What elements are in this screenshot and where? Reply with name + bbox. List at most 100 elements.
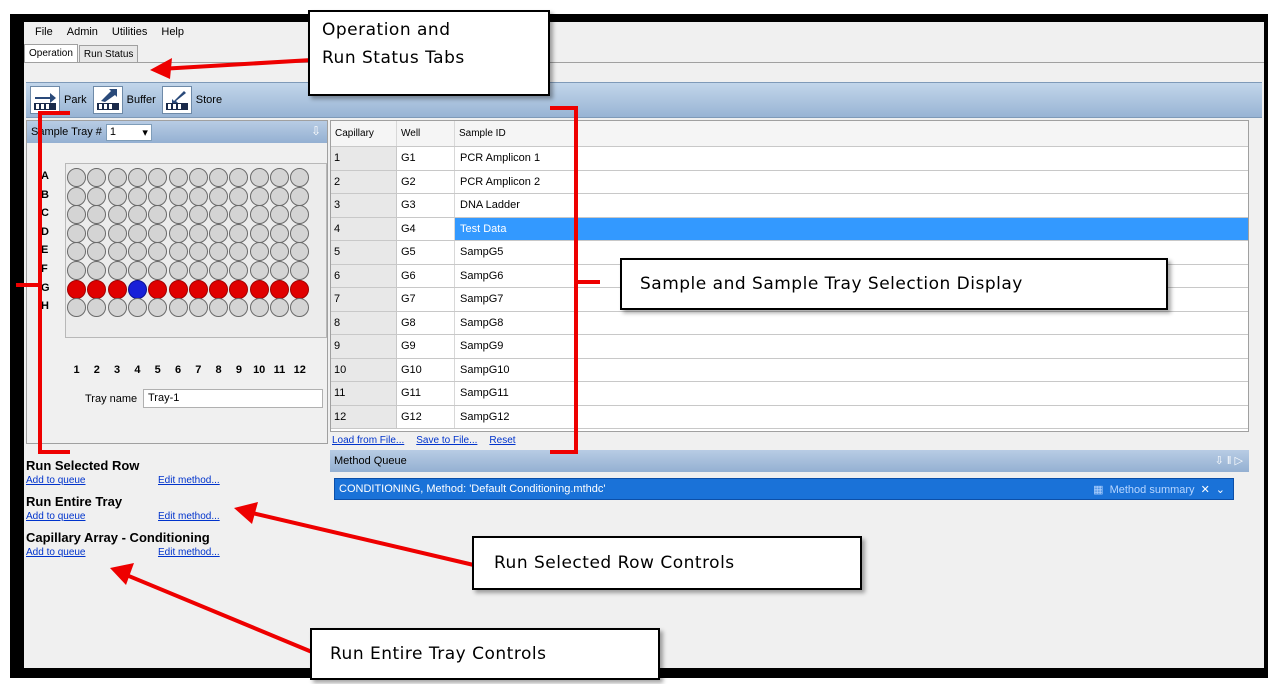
well-g7[interactable]: [188, 279, 208, 299]
well-h6[interactable]: [168, 298, 188, 318]
well-c3[interactable]: [107, 205, 127, 225]
queue-controls-icon[interactable]: ⇩ ‖ ▷: [1215, 454, 1243, 467]
well-b11[interactable]: [270, 186, 289, 206]
well-a3[interactable]: [107, 168, 127, 187]
table-row[interactable]: 11 G11 SampG11: [331, 382, 1248, 406]
well-a4[interactable]: [127, 168, 147, 187]
menu-help[interactable]: Help: [154, 26, 191, 38]
well-g9[interactable]: [229, 279, 249, 299]
well-g8[interactable]: [209, 279, 229, 299]
well-g10[interactable]: [249, 279, 269, 299]
well-d6[interactable]: [168, 223, 188, 243]
well-f11[interactable]: [270, 261, 289, 280]
well-d10[interactable]: [249, 223, 269, 243]
well-f4[interactable]: [127, 261, 147, 280]
well-d8[interactable]: [209, 223, 229, 243]
well-d7[interactable]: [188, 223, 208, 243]
tab-operation[interactable]: Operation: [24, 44, 78, 63]
well-b5[interactable]: [148, 186, 168, 206]
well-a7[interactable]: [188, 168, 208, 187]
table-row[interactable]: 3 G3 DNA Ladder: [331, 194, 1248, 218]
well-d1[interactable]: [67, 223, 86, 243]
well-a1[interactable]: [67, 168, 86, 187]
well-h10[interactable]: [249, 298, 269, 318]
pin-icon[interactable]: ⇩: [311, 124, 321, 138]
tray-name-input[interactable]: Tray-1: [143, 389, 323, 408]
well-b12[interactable]: [290, 186, 310, 206]
well-a11[interactable]: [270, 168, 289, 187]
well-e3[interactable]: [107, 242, 127, 262]
tray-number-dropdown[interactable]: 1 ▾: [105, 123, 152, 141]
well-g6[interactable]: [168, 279, 188, 299]
well-e10[interactable]: [249, 242, 269, 262]
edit-method-link[interactable]: Edit method...: [158, 547, 220, 558]
menu-file[interactable]: File: [28, 26, 60, 38]
well-d5[interactable]: [148, 223, 168, 243]
header-well[interactable]: Well: [397, 121, 455, 146]
well-f3[interactable]: [107, 261, 127, 280]
save-to-file-link[interactable]: Save to File...: [416, 435, 477, 446]
header-capillary[interactable]: Capillary: [331, 121, 397, 146]
expand-icon[interactable]: ⌄: [1216, 483, 1225, 496]
well-g2[interactable]: [87, 279, 107, 299]
add-to-queue-link[interactable]: Add to queue: [26, 511, 146, 522]
well-c10[interactable]: [249, 205, 269, 225]
method-summary-link[interactable]: Method summary: [1110, 484, 1195, 496]
header-sample-id[interactable]: Sample ID: [455, 121, 1248, 146]
well-g3[interactable]: [107, 279, 127, 299]
well-c6[interactable]: [168, 205, 188, 225]
well-b1[interactable]: [67, 186, 86, 206]
well-b3[interactable]: [107, 186, 127, 206]
add-to-queue-link[interactable]: Add to queue: [26, 547, 146, 558]
well-a10[interactable]: [249, 168, 269, 187]
well-h7[interactable]: [188, 298, 208, 318]
well-f10[interactable]: [249, 261, 269, 280]
tab-run-status[interactable]: Run Status: [78, 45, 139, 63]
well-d4[interactable]: [127, 223, 147, 243]
store-button[interactable]: Store: [161, 86, 222, 114]
well-g4[interactable]: [127, 279, 147, 299]
well-f7[interactable]: [188, 261, 208, 280]
well-d3[interactable]: [107, 223, 127, 243]
edit-method-link[interactable]: Edit method...: [158, 511, 220, 522]
well-b2[interactable]: [87, 186, 107, 206]
well-g12[interactable]: [290, 279, 310, 299]
add-to-queue-link[interactable]: Add to queue: [26, 475, 146, 486]
well-f1[interactable]: [67, 261, 86, 280]
well-b9[interactable]: [229, 186, 249, 206]
well-b4[interactable]: [127, 186, 147, 206]
well-c4[interactable]: [127, 205, 147, 225]
menu-admin[interactable]: Admin: [60, 26, 105, 38]
well-b7[interactable]: [188, 186, 208, 206]
well-f6[interactable]: [168, 261, 188, 280]
well-b8[interactable]: [209, 186, 229, 206]
well-b10[interactable]: [249, 186, 269, 206]
well-g1[interactable]: [67, 279, 86, 299]
table-row[interactable]: 10 G10 SampG10: [331, 358, 1248, 382]
well-h3[interactable]: [107, 298, 127, 318]
load-from-file-link[interactable]: Load from File...: [332, 435, 404, 446]
menu-utilities[interactable]: Utilities: [105, 26, 154, 38]
well-g11[interactable]: [270, 279, 289, 299]
edit-method-link[interactable]: Edit method...: [158, 475, 220, 486]
method-queue-item[interactable]: CONDITIONING, Method: 'Default Condition…: [334, 478, 1234, 500]
well-d12[interactable]: [290, 223, 310, 243]
well-h4[interactable]: [127, 298, 147, 318]
table-row[interactable]: 8 G8 SampG8: [331, 311, 1248, 335]
well-d11[interactable]: [270, 223, 289, 243]
well-g5[interactable]: [148, 279, 168, 299]
table-row[interactable]: 9 G9 SampG9: [331, 335, 1248, 359]
buffer-button[interactable]: Buffer: [92, 86, 156, 114]
table-row[interactable]: 2 G2 PCR Amplicon 2: [331, 170, 1248, 194]
well-b6[interactable]: [168, 186, 188, 206]
well-f8[interactable]: [209, 261, 229, 280]
well-d2[interactable]: [87, 223, 107, 243]
table-row[interactable]: 4 G4 Test Data: [331, 217, 1248, 241]
park-button[interactable]: Park: [30, 86, 87, 114]
reset-link[interactable]: Reset: [489, 435, 515, 446]
well-a8[interactable]: [209, 168, 229, 187]
table-row[interactable]: 1 G1 PCR Amplicon 1: [331, 147, 1248, 171]
close-icon[interactable]: ✕: [1201, 483, 1210, 496]
well-e6[interactable]: [168, 242, 188, 262]
table-row[interactable]: 12 G12 SampG12: [331, 405, 1248, 429]
